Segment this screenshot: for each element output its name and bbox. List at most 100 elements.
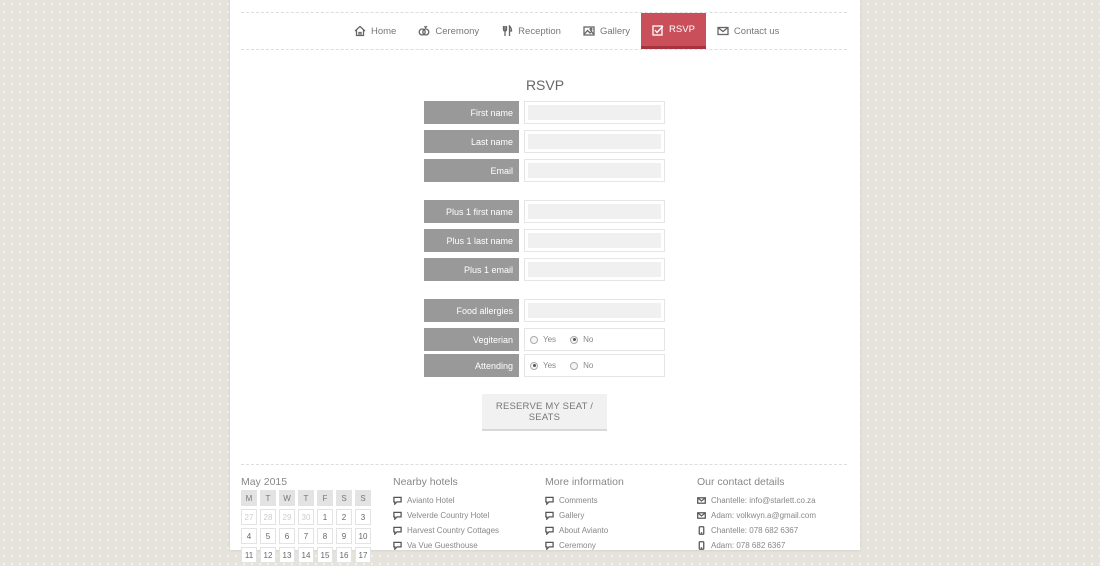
calendar-day[interactable]: 16 xyxy=(336,547,352,563)
rings-icon xyxy=(418,25,430,36)
weekday: T xyxy=(260,490,276,506)
calendar-day[interactable]: 12 xyxy=(260,547,276,563)
calendar-day[interactable]: 13 xyxy=(279,547,295,563)
food-allergies-input[interactable] xyxy=(528,303,661,318)
hotel-link[interactable]: Velverde Country Hotel xyxy=(393,508,499,523)
calendar-day[interactable]: 11 xyxy=(241,547,257,563)
first-name-field-wrap xyxy=(524,101,665,124)
vegetarian-no-radio[interactable]: No xyxy=(570,335,593,344)
last-name-input[interactable] xyxy=(528,134,661,149)
speech-bubble-icon xyxy=(545,541,554,550)
contact-phone-chantelle[interactable]: Chantelle: 078 682 6367 xyxy=(697,523,816,538)
weekday: T xyxy=(298,490,314,506)
calendar-day[interactable]: 8 xyxy=(317,528,333,544)
more-info-heading: More information xyxy=(545,476,624,488)
attending-no-radio[interactable]: No xyxy=(570,361,593,370)
speech-bubble-icon xyxy=(545,526,554,535)
contact-email-chantelle[interactable]: Chantelle: info@starlett.co.za xyxy=(697,493,816,508)
reserve-seat-button[interactable]: RESERVE MY SEAT / SEATS xyxy=(482,394,607,431)
calendar-day[interactable]: 9 xyxy=(336,528,352,544)
email-input[interactable] xyxy=(528,163,661,178)
weekday: M xyxy=(241,490,257,506)
contact-phone-adam[interactable]: Adam: 078 682 6367 xyxy=(697,538,816,553)
calendar-weekdays: M T W T F S S xyxy=(241,490,371,506)
vegetarian-label: Vegiterian xyxy=(424,328,519,351)
hotel-link[interactable]: Harvest Country Cottages xyxy=(393,523,499,538)
speech-bubble-icon xyxy=(393,526,402,535)
food-allergies-row: Food allergies xyxy=(424,299,665,322)
attending-row: Attending Yes No xyxy=(424,354,665,377)
calendar-day[interactable]: 5 xyxy=(260,528,276,544)
page-container: Home Ceremony Reception Gallery RSVP Con… xyxy=(230,0,860,563)
radio-circle xyxy=(570,335,579,344)
plus1-email-input[interactable] xyxy=(528,262,661,277)
last-name-label: Last name xyxy=(424,130,519,153)
contact-email-adam[interactable]: Adam: volkwyn.a@gmail.com xyxy=(697,508,816,523)
form-title: RSVP xyxy=(525,77,565,93)
food-allergies-label: Food allergies xyxy=(424,299,519,322)
first-name-input[interactable] xyxy=(528,105,661,120)
speech-bubble-icon xyxy=(545,496,554,505)
calendar-day[interactable]: 4 xyxy=(241,528,257,544)
plus1-first-field-wrap xyxy=(524,200,665,223)
hotel-link-label: Velverde Country Hotel xyxy=(407,511,490,520)
nav-label: Home xyxy=(371,25,397,37)
info-link[interactable]: About Avianto xyxy=(545,523,624,538)
more-info-column: More information Comments Gallery About … xyxy=(545,476,624,553)
contact-text: Adam: 078 682 6367 xyxy=(711,541,786,550)
contact-text: Chantelle: 078 682 6367 xyxy=(711,526,799,535)
hotel-link-label: Va Vue Guesthouse xyxy=(407,541,478,550)
plus1-email-label: Plus 1 email xyxy=(424,258,519,281)
calendar-day[interactable]: 7 xyxy=(298,528,314,544)
calendar-day[interactable]: 29 xyxy=(279,509,295,525)
nav-label: RSVP xyxy=(669,24,695,35)
home-icon xyxy=(354,25,366,37)
calendar-day[interactable]: 17 xyxy=(355,547,371,563)
nav-gallery[interactable]: Gallery xyxy=(572,13,641,49)
footer-divider xyxy=(241,464,847,465)
calendar-day[interactable]: 3 xyxy=(355,509,371,525)
hotel-link[interactable]: Va Vue Guesthouse xyxy=(393,538,499,553)
nav-contact[interactable]: Contact us xyxy=(706,13,790,49)
nav-divider xyxy=(241,49,847,50)
calendar-day[interactable]: 27 xyxy=(241,509,257,525)
phone-icon xyxy=(698,541,705,550)
food-allergies-field-wrap xyxy=(524,299,665,322)
calendar-day[interactable]: 14 xyxy=(298,547,314,563)
info-link[interactable]: Gallery xyxy=(545,508,624,523)
email-label: Email xyxy=(424,159,519,182)
calendar-day[interactable]: 28 xyxy=(260,509,276,525)
calendar-day[interactable]: 10 xyxy=(355,528,371,544)
hotel-link[interactable]: Avianto Hotel xyxy=(393,493,499,508)
attending-yes-radio[interactable]: Yes xyxy=(530,361,556,370)
first-name-row: First name xyxy=(424,101,665,124)
calendar-day[interactable]: 6 xyxy=(279,528,295,544)
info-link[interactable]: Ceremony xyxy=(545,538,624,553)
contact-text: Adam: volkwyn.a@gmail.com xyxy=(711,511,817,520)
nav-label: Ceremony xyxy=(435,25,480,37)
weekday: W xyxy=(279,490,295,506)
plus1-last-field-wrap xyxy=(524,229,665,252)
radio-label: No xyxy=(583,335,594,344)
nav-reception[interactable]: Reception xyxy=(490,13,572,49)
speech-bubble-icon xyxy=(393,496,402,505)
calendar-day[interactable]: 30 xyxy=(298,509,314,525)
contact-text: Chantelle: info@starlett.co.za xyxy=(711,496,816,505)
plus1-first-input[interactable] xyxy=(528,204,661,219)
info-link-label: Gallery xyxy=(559,511,585,520)
radio-label: Yes xyxy=(543,335,557,344)
info-link[interactable]: Comments xyxy=(545,493,624,508)
calendar-day[interactable]: 2 xyxy=(336,509,352,525)
radio-label: No xyxy=(583,361,594,370)
radio-circle xyxy=(570,361,579,370)
nav-home[interactable]: Home xyxy=(343,13,407,49)
email-row: Email xyxy=(424,159,665,182)
vegetarian-yes-radio[interactable]: Yes xyxy=(530,335,556,344)
speech-bubble-icon xyxy=(545,511,554,520)
nav-ceremony[interactable]: Ceremony xyxy=(407,13,490,49)
plus1-last-input[interactable] xyxy=(528,233,661,248)
nav-rsvp[interactable]: RSVP xyxy=(641,13,706,49)
plus1-email-row: Plus 1 email xyxy=(424,258,665,281)
calendar-day[interactable]: 15 xyxy=(317,547,333,563)
calendar-day[interactable]: 1 xyxy=(317,509,333,525)
